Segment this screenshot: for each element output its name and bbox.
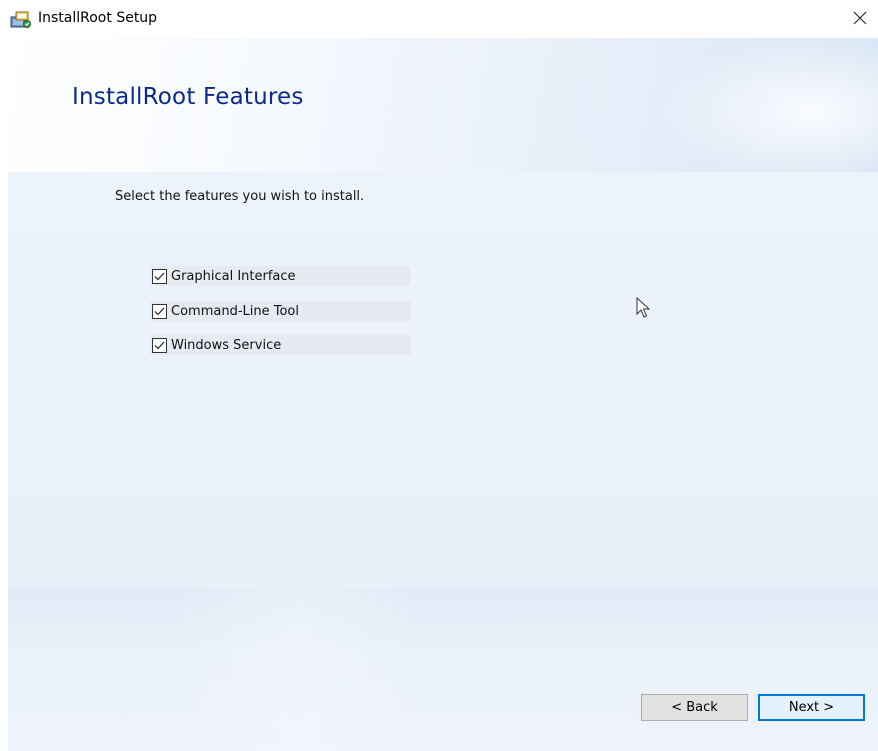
window-title: InstallRoot Setup	[38, 10, 158, 26]
feature-checkbox[interactable]	[152, 268, 167, 284]
title-bar[interactable]: InstallRoot Setup	[0, 0, 878, 38]
feature-checkbox[interactable]	[152, 337, 167, 353]
button-bar: < Back Next >	[8, 588, 878, 751]
banner-glow	[658, 38, 878, 172]
instruction-text: Select the features you wish to install.	[115, 189, 365, 204]
feature-graphical-interface[interactable]: Graphical Interface	[150, 266, 411, 286]
next-button[interactable]: Next >	[758, 694, 865, 721]
footer-shade	[178, 588, 418, 751]
checkmark-icon	[154, 272, 165, 280]
feature-label: Graphical Interface	[171, 268, 296, 284]
checkmark-icon	[154, 307, 165, 315]
header-banner: InstallRoot Features	[8, 38, 878, 172]
mouse-pointer-icon	[636, 296, 652, 319]
close-button[interactable]	[842, 0, 878, 38]
back-button[interactable]: < Back	[641, 694, 748, 721]
feature-windows-service[interactable]: Windows Service	[150, 335, 411, 355]
installer-icon	[10, 9, 32, 29]
feature-checkbox[interactable]	[152, 303, 167, 319]
feature-command-line-tool[interactable]: Command-Line Tool	[150, 301, 411, 321]
feature-label: Windows Service	[171, 337, 282, 353]
feature-label: Command-Line Tool	[171, 303, 299, 319]
feature-panel: Select the features you wish to install.…	[8, 172, 878, 588]
page-title: InstallRoot Features	[72, 84, 304, 110]
setup-window: InstallRoot Setup InstallRoot Features S…	[0, 0, 878, 751]
checkmark-icon	[154, 341, 165, 349]
close-icon	[853, 10, 867, 29]
